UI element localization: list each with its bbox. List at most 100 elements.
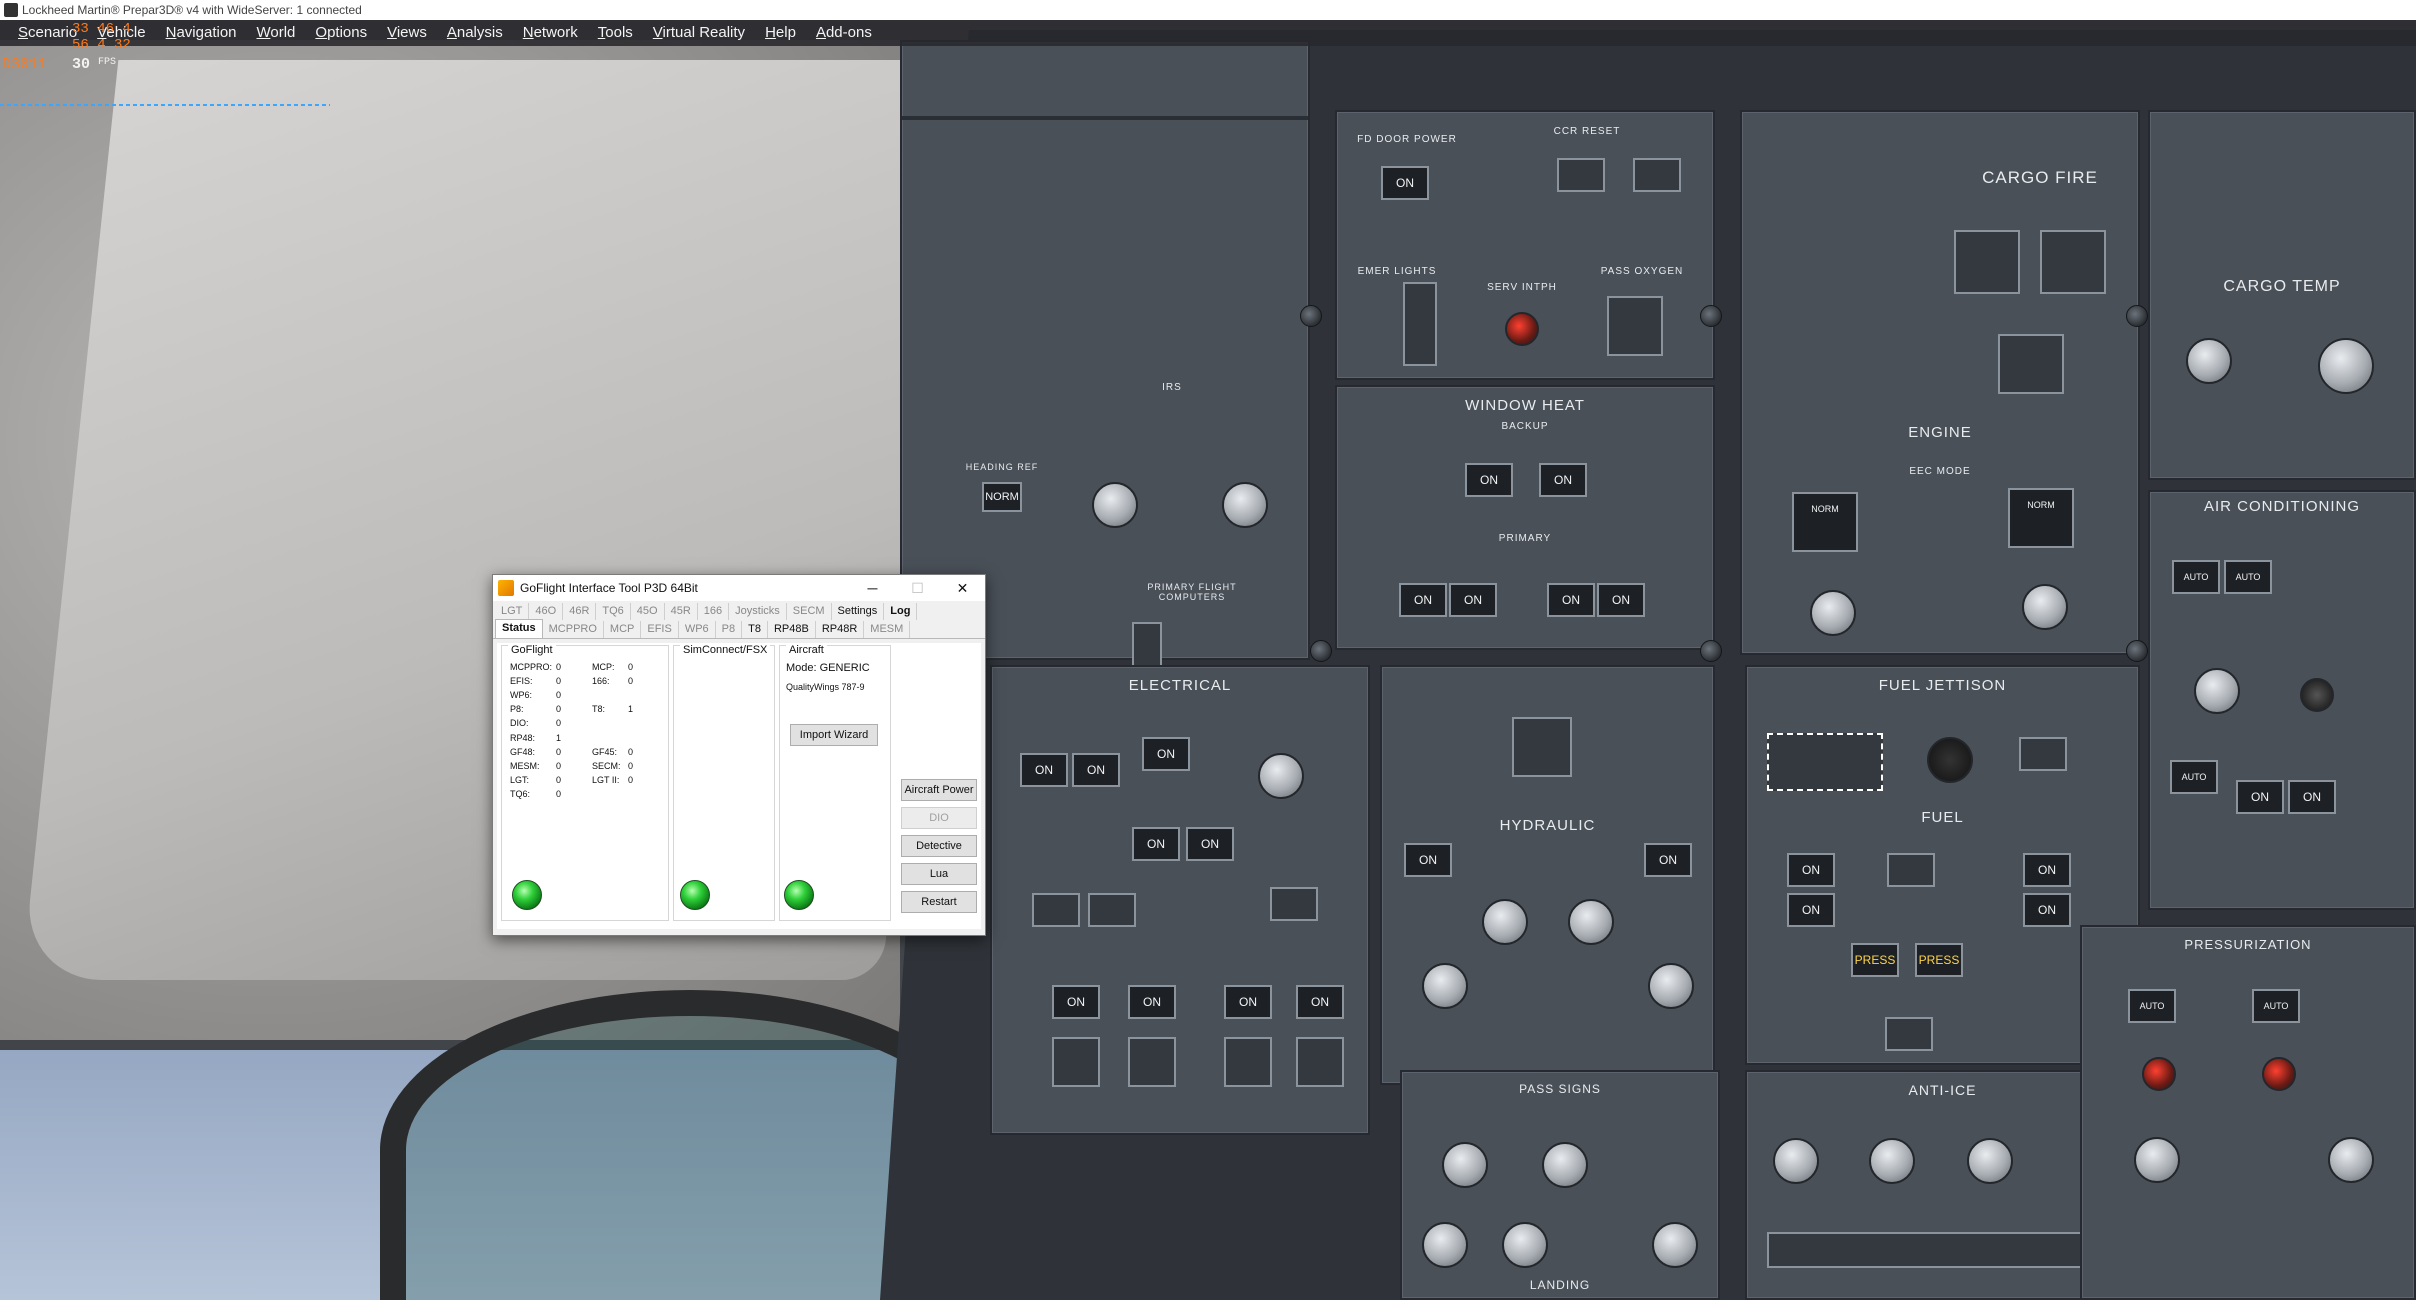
window-heat-backup-rfwd[interactable]: ON (1539, 463, 1587, 497)
lua-button[interactable]: Lua (901, 863, 977, 885)
menu-virtual-reality[interactable]: Virtual Reality (643, 20, 755, 46)
fuel-l-fwd-pump[interactable]: ON (1787, 853, 1835, 887)
close-button[interactable]: ✕ (940, 575, 985, 601)
gen-ctrl-l1[interactable]: ON (1052, 985, 1100, 1019)
outflow-valve-aft[interactable]: AUTO (2252, 989, 2300, 1023)
center-pump-l[interactable]: PRESS (1851, 943, 1899, 977)
air-cond-reset[interactable] (2300, 678, 2334, 712)
hyd-c2-elec-knob[interactable] (1568, 899, 1614, 945)
tab-joysticks[interactable]: Joysticks (729, 603, 787, 620)
tab-46r[interactable]: 46R (563, 603, 597, 620)
goflight-title-bar[interactable]: GoFlight Interface Tool P3D 64Bit ─ ☐ ✕ (493, 575, 985, 601)
irs-left-knob[interactable] (1092, 482, 1138, 528)
eec-mode-r-switch[interactable]: NORM (2008, 488, 2074, 548)
fwd-cargo-ac-knob[interactable] (2318, 338, 2374, 394)
start-l-knob[interactable] (1810, 590, 1856, 636)
outflow-fwd-open-close[interactable] (2142, 1057, 2176, 1091)
menu-analysis[interactable]: Analysis (437, 20, 513, 46)
tab-45r[interactable]: 45R (665, 603, 698, 620)
apu-gen-r[interactable]: ON (1186, 827, 1234, 861)
minimize-button[interactable]: ─ (850, 575, 895, 601)
tab-tq6[interactable]: TQ6 (596, 603, 631, 620)
dome-knob[interactable] (1502, 1222, 1548, 1268)
trim-air-r[interactable]: ON (2288, 780, 2336, 814)
outflow-aft-open-close[interactable] (2262, 1057, 2296, 1091)
apu-selector[interactable] (1258, 753, 1304, 799)
tab-t8[interactable]: T8 (742, 621, 768, 638)
tab-166[interactable]: 166 (698, 603, 730, 620)
fuel-to-remain-knob[interactable] (1927, 737, 1973, 783)
jettison-nozzle-switches[interactable] (1767, 733, 1883, 791)
ccr-reset-right[interactable] (1633, 158, 1681, 192)
menu-views[interactable]: Views (377, 20, 437, 46)
menu-tools[interactable]: Tools (588, 20, 643, 46)
hyd-c1-elec-knob[interactable] (1482, 899, 1528, 945)
tab-mcp[interactable]: MCP (604, 621, 642, 638)
window-heat-l-side[interactable]: ON (1399, 583, 1447, 617)
drive-disc-r1[interactable] (1224, 1037, 1272, 1087)
serv-intph-switch[interactable] (1505, 312, 1539, 346)
fwd-ext-pwr-l[interactable] (1032, 893, 1080, 927)
window-heat-r-fwd[interactable]: ON (1547, 583, 1595, 617)
drive-disc-l2[interactable] (1128, 1037, 1176, 1087)
jettison-arm-switch[interactable] (2019, 737, 2067, 771)
pass-oxygen-switch[interactable] (1607, 296, 1663, 356)
fwd-ext-pwr-r[interactable] (1088, 893, 1136, 927)
import-wizard-button[interactable]: Import Wizard (790, 724, 878, 746)
r-hud-brt-knob[interactable] (2328, 1137, 2374, 1183)
tab-status[interactable]: Status (495, 619, 543, 638)
eec-mode-l-switch[interactable]: NORM (1792, 492, 1858, 552)
ovhd-panel-knob[interactable] (1422, 1222, 1468, 1268)
tab-rp48b[interactable]: RP48B (768, 621, 816, 638)
irs-right-knob[interactable] (1222, 482, 1268, 528)
tab-p8[interactable]: P8 (716, 621, 743, 638)
heading-ref-switch[interactable]: NORM (982, 482, 1022, 512)
detective-button[interactable]: Detective (901, 835, 977, 857)
tab-secm[interactable]: SECM (787, 603, 832, 620)
crossfeed-switch[interactable] (1887, 853, 1935, 887)
ife-pass-seats-switch[interactable]: ON (1020, 753, 1068, 787)
fuel-balance-switch[interactable] (1885, 1017, 1933, 1051)
tab-log[interactable]: Log (884, 603, 918, 620)
fd-door-power-switch[interactable]: ON (1381, 166, 1429, 200)
l-pack-switch[interactable]: AUTO (2170, 760, 2218, 794)
cargo-fire-fwd-switch[interactable] (1954, 230, 2020, 294)
start-r-knob[interactable] (2022, 584, 2068, 630)
tab-efis[interactable]: EFIS (641, 621, 679, 638)
outflow-valve-fwd[interactable]: AUTO (2128, 989, 2176, 1023)
fwd-cargo-flow-knob[interactable] (2186, 338, 2232, 384)
wing-anti-ice-knob[interactable] (1773, 1138, 1819, 1184)
tab-wp6[interactable]: WP6 (679, 621, 716, 638)
menu-world[interactable]: World (247, 20, 306, 46)
window-heat-backup-lfwd[interactable]: ON (1465, 463, 1513, 497)
tab-rp48r[interactable]: RP48R (816, 621, 865, 638)
tab-settings[interactable]: Settings (832, 603, 885, 620)
r-wiper-knob[interactable] (2134, 1137, 2180, 1183)
drive-disc-r2[interactable] (1296, 1037, 1344, 1087)
fuel-r-fwd-pump[interactable]: ON (2023, 853, 2071, 887)
trim-air-l[interactable]: ON (2236, 780, 2284, 814)
center-pump-r[interactable]: PRESS (1915, 943, 1963, 977)
restart-button[interactable]: Restart (901, 891, 977, 913)
window-heat-r-side[interactable]: ON (1597, 583, 1645, 617)
landing-light-switches[interactable] (1767, 1232, 2107, 1268)
drive-disc-l1[interactable] (1052, 1037, 1100, 1087)
apu-gen-l[interactable]: ON (1132, 827, 1180, 861)
aft-ext-pwr[interactable] (1270, 887, 1318, 921)
tab-45o[interactable]: 45O (631, 603, 665, 620)
menu-options[interactable]: Options (305, 20, 377, 46)
tab-46o[interactable]: 46O (529, 603, 564, 620)
menu-navigation[interactable]: Navigation (156, 20, 247, 46)
fuel-r-aft-pump[interactable]: ON (2023, 893, 2071, 927)
ram-air-turbine-switch[interactable] (1512, 717, 1572, 777)
hyd-r-eng-switch[interactable]: ON (1644, 843, 1692, 877)
tab-mesm[interactable]: MESM (864, 621, 911, 638)
hyd-r-elec-knob[interactable] (1648, 963, 1694, 1009)
equip-cooling-aft[interactable]: AUTO (2224, 560, 2272, 594)
engine-anti-ice-l-knob[interactable] (1869, 1138, 1915, 1184)
gen-ctrl-r1[interactable]: ON (1224, 985, 1272, 1019)
tab-mcppro[interactable]: MCPPRO (543, 621, 604, 638)
gen-ctrl-r2[interactable]: ON (1296, 985, 1344, 1019)
cargo-fire-disch-switch[interactable] (1998, 334, 2064, 394)
seat-belts-knob[interactable] (1542, 1142, 1588, 1188)
